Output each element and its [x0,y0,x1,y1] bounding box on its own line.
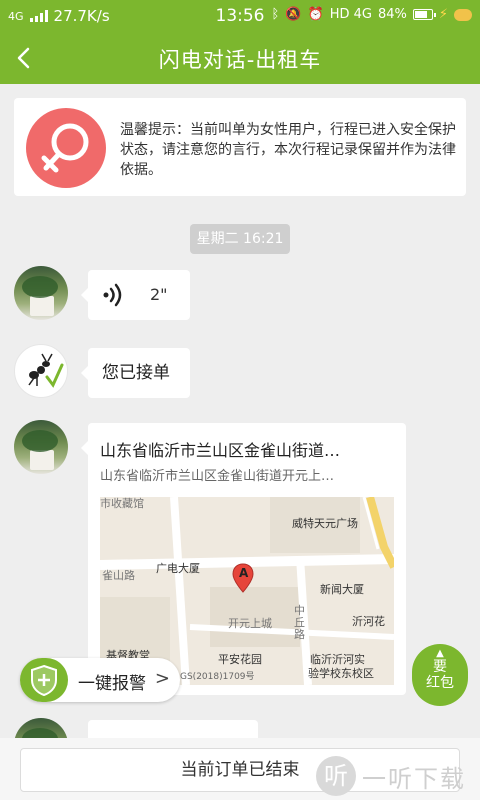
location-message[interactable]: 山东省临沂市兰山区金雀山街道… 山东省临沂市兰山区金雀山街道开元上… 市收藏馆 … [81,423,406,695]
map-label: 广电大厦 [156,562,200,575]
location-address: 山东省临沂市兰山区金雀山街道开元上… [100,469,335,484]
map-label: 开元上城 [228,617,272,630]
map-label: 验学校东校区 [308,667,374,680]
voice-wave-icon [103,283,122,307]
safety-notice: 温馨提示：当前叫单为女性用户，行程已进入安全保护状态，请注意您的言行，本次行程记… [14,98,466,196]
watermark: 听 一听下载 [316,756,466,796]
emergency-alarm-button[interactable]: 一键报警 > [20,658,180,702]
avatar[interactable] [14,266,68,320]
red-packet-label-2: 红包 [426,675,454,691]
page-title: 闪电对话-出租车 [158,48,322,72]
map-label: 新闻大厦 [320,583,364,596]
watermark-text: 一听下载 [362,764,466,793]
charging-icon: ⚡ [438,7,448,22]
network-type: HD 4G [329,7,372,22]
voice-message[interactable]: 2" [81,270,190,320]
map-label: 沂河花 [352,615,385,628]
chat-timestamp: 星期二 16:21 [190,224,290,254]
shield-plus-icon [20,658,68,702]
chevron-up-icon: ▲ [436,648,444,659]
map-label: 中丘路 [294,604,305,641]
mute-icon: 🔕 [285,7,302,22]
theme-mascot-icon [454,8,472,21]
ant-icon [28,353,64,388]
map-pin-letter: A [239,566,249,580]
battery-fill [414,11,427,18]
status-bar: 4G 27.7K/s 13:56 ᛒ 🔕 ⏰ HD 4G 84% ⚡ [0,0,480,32]
map-label: 雀山路 [102,569,135,582]
location-title: 山东省临沂市兰山区金雀山街道… [100,441,341,460]
battery-percent: 84% [377,7,407,22]
title-bar: 闪电对话-出租车 [0,32,480,84]
system-avatar [14,344,68,398]
alarm-icon: ⏰ [307,7,324,22]
map-label: 威特天元广场 [292,517,358,530]
alarm-label: 一键报警 [78,674,146,694]
female-icon [26,108,106,188]
status-right: ᛒ 🔕 ⏰ HD 4G 84% ⚡ [271,7,472,22]
notice-text: 温馨提示：当前叫单为女性用户，行程已进入安全保护状态，请注意您的言行，本次行程记… [120,122,456,178]
battery-icon [412,9,436,20]
map-copyright: GS(2018)1709号 [180,672,255,682]
location-map[interactable]: 市收藏馆 威特天元广场 广电大厦 雀山路 新闻大厦 开元上城 中丘路 沂河花 基… [100,497,394,685]
watermark-logo: 听 [316,756,356,796]
red-packet-button[interactable]: ▲ 要 红包 [412,644,468,706]
map-label: 市收藏馆 [100,497,144,510]
text-message: 您已接单 [81,348,190,398]
chevron-right-icon: > [154,668,170,689]
bluetooth-icon: ᛒ [271,7,280,22]
avatar[interactable] [14,420,68,474]
map-label: 平安花园 [218,653,262,666]
voice-duration: 2" [150,285,168,304]
red-packet-label-1: 要 [433,659,447,675]
